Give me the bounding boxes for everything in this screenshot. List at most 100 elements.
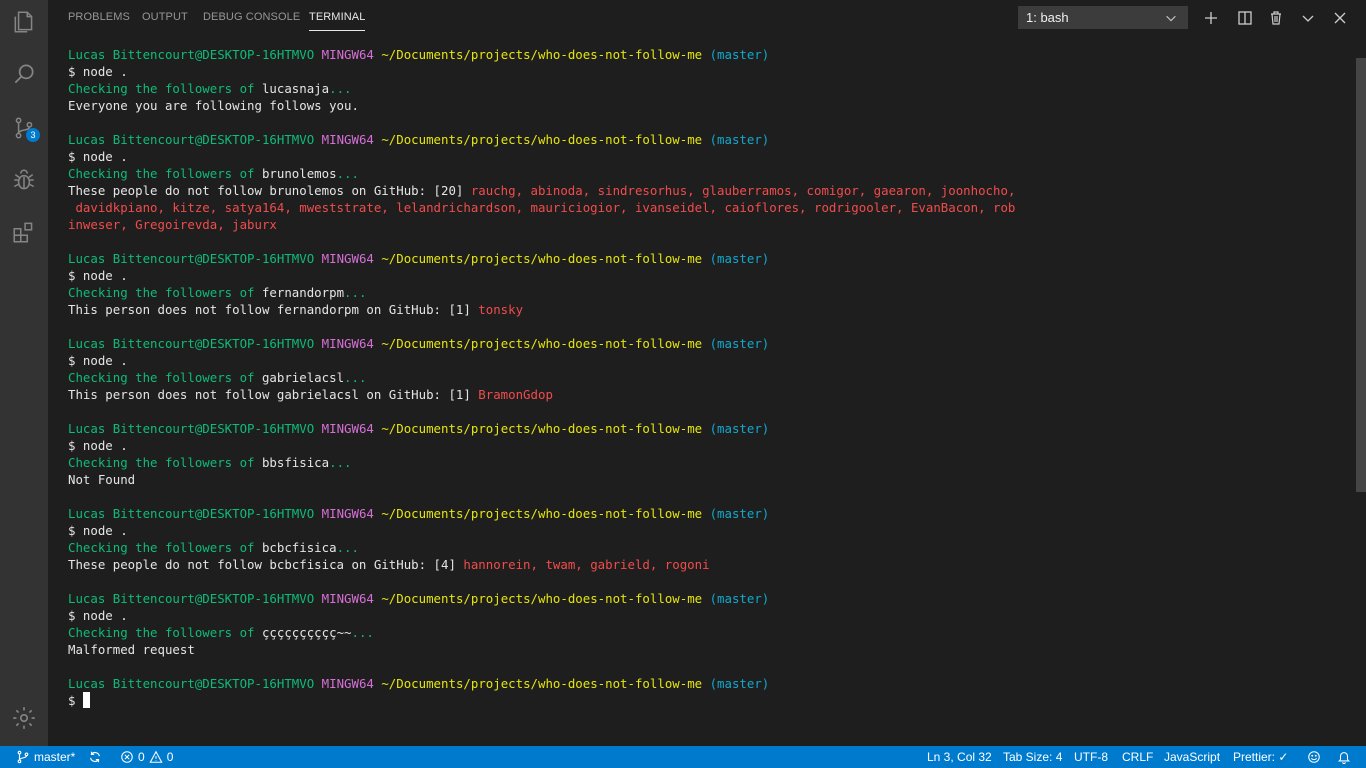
checking-line: Checking the followers of fernandorpm... — [68, 284, 1348, 301]
prompt-path: ~/Documents/projects/who-does-not-follow… — [381, 251, 703, 266]
prompt-shell: MINGW64 — [321, 591, 374, 606]
command-text: $ node . — [68, 608, 128, 623]
kill-terminal-button[interactable] — [1265, 7, 1287, 29]
feedback-button[interactable] — [1307, 746, 1321, 768]
terminal-output[interactable]: Lucas Bittencourt@DESKTOP-16HTMVO MINGW6… — [68, 46, 1348, 736]
prompt-path: ~/Documents/projects/who-does-not-follow… — [381, 132, 703, 147]
maximize-panel-button[interactable] — [1297, 7, 1319, 29]
close-icon — [1334, 12, 1346, 24]
command-text: $ node . — [68, 149, 128, 164]
new-terminal-button[interactable] — [1200, 7, 1222, 29]
checking-prefix: Checking the followers of — [68, 285, 262, 300]
terminal-scrollbar[interactable] — [1356, 58, 1366, 492]
cursor-position[interactable]: Ln 3, Col 32 — [927, 746, 992, 768]
chevron-down-icon — [1302, 15, 1314, 22]
checking-ellipsis: ... — [329, 455, 352, 470]
checking-line: Checking the followers of lucasnaja... — [68, 80, 1348, 97]
prompt-branch: (master) — [709, 132, 770, 147]
tab-terminal[interactable]: TERMINAL — [309, 11, 366, 31]
debug-icon[interactable] — [8, 164, 40, 196]
branch-label: master* — [34, 750, 76, 764]
result-line: Malformed request — [68, 641, 1348, 658]
checking-prefix: Checking the followers of — [68, 370, 262, 385]
prompt-branch: (master) — [709, 506, 770, 521]
prompt-path: ~/Documents/projects/who-does-not-follow… — [381, 336, 703, 351]
prompt-path: ~/Documents/projects/who-does-not-follow… — [381, 676, 703, 691]
source-control-icon[interactable]: 3 — [8, 112, 40, 144]
prompt-path: ~/Documents/projects/who-does-not-follow… — [381, 506, 703, 521]
prompt-shell: MINGW64 — [321, 676, 374, 691]
result-line: This person does not follow fernandorpm … — [68, 301, 1348, 318]
prompt-line: Lucas Bittencourt@DESKTOP-16HTMVO MINGW6… — [68, 505, 1348, 522]
checked-username: çççççççççç~~ — [261, 625, 352, 640]
status-branch[interactable]: master* — [16, 746, 75, 768]
command-text: $ node . — [68, 438, 128, 453]
prompt-shell: MINGW64 — [321, 336, 374, 351]
prettier-status[interactable]: Prettier: ✓ — [1233, 746, 1288, 768]
tab-size[interactable]: Tab Size: 4 — [1003, 746, 1062, 768]
unfollowers-list: tonsky — [470, 302, 524, 317]
warning-count: 0 — [166, 750, 174, 764]
checking-line: Checking the followers of bbsfisica... — [68, 454, 1348, 471]
language-mode[interactable]: JavaScript — [1164, 746, 1220, 768]
checked-username: bbsfisica — [261, 455, 330, 470]
line-ending[interactable]: CRLF — [1122, 746, 1153, 768]
status-bar: master* 0 0 Ln 3, Col 32 Tab Size: 4 UTF… — [0, 746, 1366, 768]
problems-status[interactable]: 0 0 — [120, 746, 173, 768]
split-terminal-button[interactable] — [1234, 7, 1256, 29]
prompt-user: Lucas Bittencourt@DESKTOP-16HTMVO — [68, 421, 315, 436]
checking-line: Checking the followers of gabrielacsl... — [68, 369, 1348, 386]
result-prefix: These people do not follow brunolemos on… — [68, 183, 464, 198]
prompt-line: Lucas Bittencourt@DESKTOP-16HTMVO MINGW6… — [68, 675, 1348, 692]
prompt-branch: (master) — [709, 336, 770, 351]
checking-prefix: Checking the followers of — [68, 455, 262, 470]
prompt-line: Lucas Bittencourt@DESKTOP-16HTMVO MINGW6… — [68, 335, 1348, 352]
terminal-select[interactable]: 1: bash — [1018, 6, 1188, 29]
prompt-user: Lucas Bittencourt@DESKTOP-16HTMVO — [68, 132, 315, 147]
prompt-shell: MINGW64 — [321, 132, 374, 147]
prompt-path: ~/Documents/projects/who-does-not-follow… — [381, 47, 703, 62]
scm-badge: 3 — [26, 128, 40, 142]
unfollowers-list: hannorein, twam, gabrield, rogoni — [455, 557, 710, 572]
notifications-button[interactable] — [1337, 746, 1351, 768]
prompt-shell: MINGW64 — [321, 47, 374, 62]
unfollowers-list: inweser, Gregoirevda, jaburx — [68, 217, 277, 232]
explorer-icon[interactable] — [8, 6, 40, 38]
warning-icon — [149, 750, 163, 763]
tab-output[interactable]: OUTPUT — [142, 11, 188, 23]
search-icon[interactable] — [8, 58, 40, 90]
prompt-line: Lucas Bittencourt@DESKTOP-16HTMVO MINGW6… — [68, 590, 1348, 607]
extensions-icon[interactable] — [8, 216, 40, 248]
command-line: $ node . — [68, 522, 1348, 539]
checking-ellipsis: ... — [351, 625, 374, 640]
unfollowers-list: rauchg, abinoda, sindresorhus, glauberra… — [463, 183, 1016, 198]
tab-debug-console[interactable]: DEBUG CONSOLE — [203, 11, 300, 23]
checked-username: lucasnaja — [261, 81, 330, 96]
prompt-path: ~/Documents/projects/who-does-not-follow… — [381, 591, 703, 606]
prompt-branch: (master) — [709, 421, 770, 436]
prompt-user: Lucas Bittencourt@DESKTOP-16HTMVO — [68, 591, 315, 606]
close-panel-button[interactable] — [1329, 7, 1351, 29]
checking-prefix: Checking the followers of — [68, 625, 262, 640]
result-prefix: This person does not follow gabrielacsl … — [68, 387, 471, 402]
result-prefix: This person does not follow fernandorpm … — [68, 302, 471, 317]
prompt-line: Lucas Bittencourt@DESKTOP-16HTMVO MINGW6… — [68, 250, 1348, 267]
encoding[interactable]: UTF-8 — [1074, 746, 1108, 768]
tab-problems[interactable]: PROBLEMS — [68, 11, 130, 23]
prompt-user: Lucas Bittencourt@DESKTOP-16HTMVO — [68, 251, 315, 266]
sync-button[interactable] — [88, 746, 102, 768]
result-prefix: These people do not follow bcbcfisica on… — [68, 557, 456, 572]
settings-gear-icon[interactable] — [8, 702, 40, 734]
